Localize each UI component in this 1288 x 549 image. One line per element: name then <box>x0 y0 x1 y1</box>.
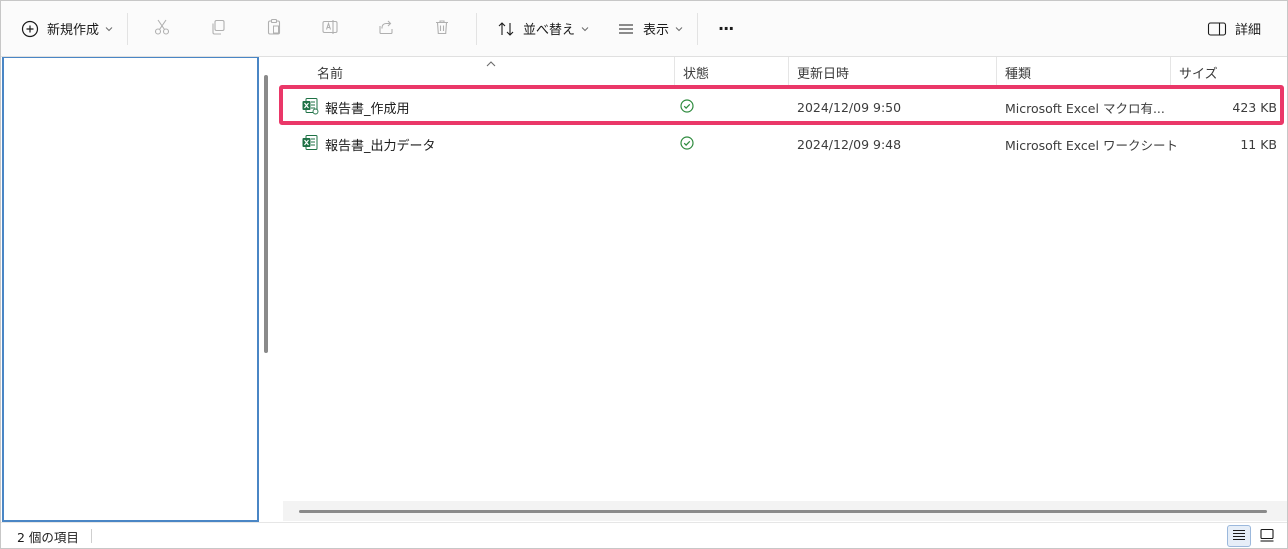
table-row[interactable]: 報告書_作成用 2024/12/09 9:50 Microsoft Excel … <box>277 89 1287 126</box>
details-button-label: 詳細 <box>1234 23 1261 38</box>
toolbar-separator <box>127 12 129 45</box>
file-type: Microsoft Excel ワークシート <box>1005 138 1178 153</box>
list-lines-icon <box>617 20 635 38</box>
column-header-modified-label: 更新日時 <box>797 66 850 82</box>
plus-circle-icon <box>21 20 39 38</box>
table-row[interactable]: 報告書_出力データ 2024/12/09 9:48 Microsoft Exce… <box>277 126 1287 163</box>
command-bar: 新規作成 並べ替え 表示 ··· 詳細 <box>1 1 1287 57</box>
details-view-icon <box>1231 527 1247 546</box>
status-bar: 2 個の項目 <box>1 522 1287 548</box>
file-modified: 2024/12/09 9:48 <box>797 137 902 152</box>
file-name-cell: 報告書_作成用 <box>301 89 410 126</box>
paste-button[interactable] <box>246 11 302 47</box>
excel-macro-file-icon <box>301 97 319 119</box>
new-button[interactable]: 新規作成 <box>13 11 121 47</box>
sync-status-cell <box>679 126 695 163</box>
new-button-label: 新規作成 <box>47 23 100 38</box>
file-list-view: 名前 状態 更新日時 種類 サイズ 報告書_作成用 2024/12/09 9:5… <box>277 57 1287 522</box>
view-mode-buttons <box>1223 525 1279 547</box>
view-button-label: 表示 <box>643 23 670 38</box>
file-name-cell: 報告書_出力データ <box>301 126 436 163</box>
sync-status-cell <box>679 89 695 126</box>
clipboard-icon <box>265 18 283 39</box>
file-size: 11 KB <box>1240 137 1277 152</box>
synced-check-icon <box>679 135 695 155</box>
more-options-button[interactable]: ··· <box>710 11 741 47</box>
share-button[interactable] <box>358 11 414 47</box>
scissors-icon <box>153 18 171 39</box>
tiles-view-icon <box>1259 527 1275 546</box>
column-header-size-label: サイズ <box>1179 66 1218 82</box>
details-view-button[interactable] <box>1227 525 1251 547</box>
rename-icon <box>321 18 339 39</box>
toolbar-separator <box>476 12 478 45</box>
chevron-down-icon <box>105 25 113 33</box>
excel-file-icon <box>301 134 319 156</box>
tiles-view-button[interactable] <box>1255 525 1279 547</box>
rename-button[interactable] <box>302 11 358 47</box>
horizontal-scrollbar-thumb[interactable] <box>299 510 1267 513</box>
copy-icon <box>209 18 227 39</box>
status-separator <box>90 529 92 543</box>
navigation-scrollbar[interactable] <box>264 75 268 353</box>
file-explorer-window: 新規作成 並べ替え 表示 ··· 詳細 名前 状態 更新日時 種類 サイズ 報告… <box>0 0 1288 549</box>
details-pane-icon <box>1207 21 1227 37</box>
file-type: Microsoft Excel マクロ有... <box>1005 101 1165 116</box>
sort-button[interactable]: 並べ替え <box>489 11 597 47</box>
more-dots-icon: ··· <box>718 19 734 38</box>
chevron-down-icon <box>675 25 683 33</box>
column-header-row: 名前 状態 更新日時 種類 サイズ <box>277 57 1287 87</box>
copy-button[interactable] <box>190 11 246 47</box>
file-modified: 2024/12/09 9:50 <box>797 100 902 115</box>
delete-button[interactable] <box>414 11 470 47</box>
toolbar-separator <box>697 12 699 45</box>
synced-check-icon <box>679 98 695 118</box>
share-icon <box>377 18 395 39</box>
file-rows: 報告書_作成用 2024/12/09 9:50 Microsoft Excel … <box>277 89 1287 163</box>
view-button[interactable]: 表示 <box>609 11 691 47</box>
sort-button-label: 並べ替え <box>523 23 576 38</box>
column-header-name[interactable]: 名前 <box>309 57 675 87</box>
file-name: 報告書_出力データ <box>325 139 436 154</box>
chevron-down-icon <box>581 25 589 33</box>
navigation-pane[interactable] <box>2 57 259 522</box>
item-count: 2 個の項目 <box>17 529 79 545</box>
column-header-status-label: 状態 <box>683 66 710 82</box>
horizontal-scrollbar[interactable] <box>283 501 1287 521</box>
trash-icon <box>433 18 451 39</box>
column-header-status[interactable]: 状態 <box>675 57 789 87</box>
column-header-type[interactable]: 種類 <box>997 57 1171 87</box>
details-pane-button[interactable]: 詳細 <box>1199 11 1269 47</box>
cut-button[interactable] <box>134 11 190 47</box>
column-header-type-label: 種類 <box>1005 66 1032 82</box>
column-header-name-label: 名前 <box>317 66 344 82</box>
column-header-size[interactable]: サイズ <box>1171 57 1287 87</box>
sort-arrows-icon <box>497 20 515 38</box>
column-header-modified[interactable]: 更新日時 <box>789 57 997 87</box>
file-size: 423 KB <box>1232 100 1277 115</box>
file-name: 報告書_作成用 <box>325 102 410 117</box>
